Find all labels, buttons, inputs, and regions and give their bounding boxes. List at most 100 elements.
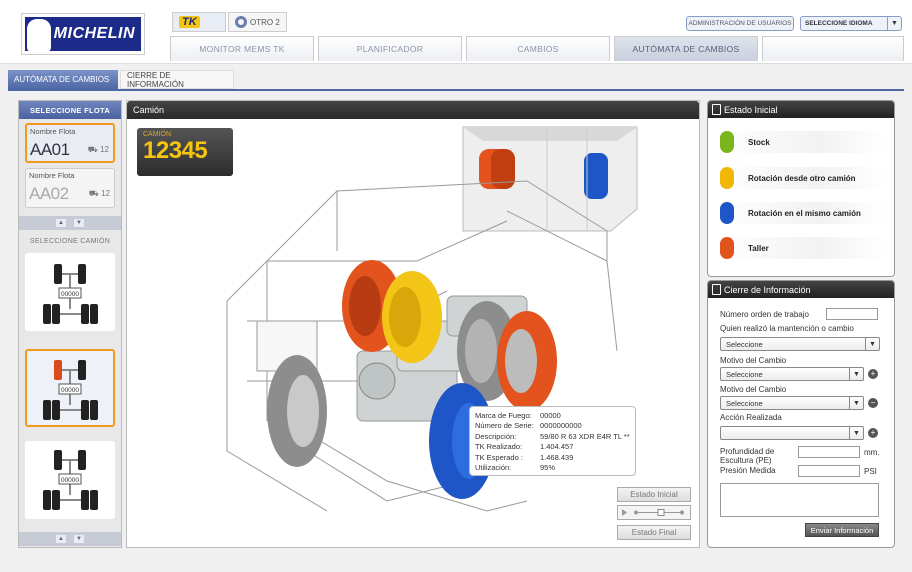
tyre-grey-left xyxy=(267,355,327,467)
truck-icon: ⛟ xyxy=(88,189,99,198)
subtab-cierre[interactable]: CIERRE DE INFORMACIÓN xyxy=(120,70,234,89)
info-key: TK Realizado: xyxy=(475,442,523,452)
send-info-button[interactable]: Enviar Información xyxy=(805,523,879,537)
logo-text: MICHELIN xyxy=(53,25,135,42)
truck-icon: ⛟ xyxy=(87,145,98,154)
tab-otro2-label: OTRO 2 xyxy=(250,17,280,27)
legend-rotacion-mismo: Rotación en el mismo camión xyxy=(716,202,886,224)
add-icon[interactable]: + xyxy=(868,369,878,379)
legend-label: Rotación desde otro camión xyxy=(748,173,856,183)
presion-unit: PSI xyxy=(864,467,877,476)
fleet-name-label: Nombre Flota xyxy=(30,127,76,136)
presion-label: Presión Medida xyxy=(720,466,776,475)
estado-header: Estado Inicial xyxy=(708,101,894,118)
gear-icon xyxy=(235,16,247,28)
truck-id: 00000 xyxy=(61,477,79,484)
orden-input[interactable] xyxy=(826,308,878,320)
subtab-automata[interactable]: AUTÓMATA DE CAMBIOS xyxy=(8,70,118,89)
motivo2-select[interactable]: Seleccione ▼ xyxy=(720,396,864,410)
fleet-code: AA01 xyxy=(30,140,70,159)
info-value: 0000000000 xyxy=(540,421,582,431)
truck-scroll-arrows: ▲ ▼ xyxy=(19,532,121,546)
tab-otro2[interactable]: OTRO 2 xyxy=(228,12,287,32)
language-select[interactable]: SELECCIONE IDIOMA ▼ xyxy=(800,16,902,31)
motivo1-label: Motivo del Cambio xyxy=(720,356,787,365)
fleet-count: 12 xyxy=(101,189,110,198)
presion-input[interactable] xyxy=(798,465,860,477)
fleet-panel-title: SELECCIONE FLOTA xyxy=(19,101,121,119)
chevron-down-icon: ▼ xyxy=(887,17,901,30)
chevron-down-icon: ▼ xyxy=(849,368,863,380)
scroll-down-button[interactable]: ▼ xyxy=(74,535,84,543)
fleet-code: AA02 xyxy=(29,184,69,203)
nav-empty[interactable] xyxy=(762,36,904,61)
info-value: 95% xyxy=(540,463,556,473)
profundidad-unit: mm. xyxy=(864,448,880,457)
cierre-panel: Cierre de Información Número orden de tr… xyxy=(707,280,895,548)
scroll-up-button[interactable]: ▲ xyxy=(56,219,66,227)
add-icon[interactable]: + xyxy=(868,428,878,438)
fleet-name-label: Nombre Flota xyxy=(29,171,75,180)
blue-tyre-icon xyxy=(720,202,734,224)
tyre-orange-right xyxy=(497,311,557,411)
estado-final-button[interactable]: Estado Final xyxy=(617,525,691,540)
scroll-up-button[interactable]: ▲ xyxy=(56,535,66,543)
legend-taller: Taller xyxy=(716,237,886,259)
comments-textarea[interactable] xyxy=(720,483,879,517)
play-icon xyxy=(622,509,684,516)
bibendum-icon xyxy=(27,19,51,53)
info-row: Número de Serie: 0000000000 xyxy=(475,421,630,432)
info-value: 59/80 R 63 XDR E4R TL ** xyxy=(540,431,630,441)
fleet-card-aa02[interactable]: Nombre Flota AA02 ⛟ 12 xyxy=(25,168,115,208)
legend-stock: Stock xyxy=(716,131,886,153)
orange-tyre-icon xyxy=(720,237,734,259)
green-tyre-icon xyxy=(720,131,734,153)
cierre-header: Cierre de Información xyxy=(708,281,894,298)
tab-tk[interactable]: TK xyxy=(172,12,226,32)
motivo2-value: Seleccione xyxy=(726,398,763,408)
truck-card-selected[interactable]: 00000 xyxy=(25,349,115,427)
estado-title: Estado Inicial xyxy=(724,104,778,115)
admin-users-button[interactable]: ADMINISTRACIÓN DE USUARIOS xyxy=(686,16,794,31)
info-key: Descripción: xyxy=(475,431,517,441)
axle-diagram-icon: 00000 xyxy=(43,360,98,420)
truck-3d-view xyxy=(226,126,638,512)
estado-inicial-button[interactable]: Estado Inicial xyxy=(617,487,691,502)
truck-select-title: SELECCIONE CAMIÓN xyxy=(29,237,111,245)
legend-rotacion-otro: Rotación desde otro camión xyxy=(716,167,886,189)
axle-diagram-icon: 00000 xyxy=(43,264,98,324)
accion-label: Acción Realizada xyxy=(720,413,782,422)
info-key: TK Esperado : xyxy=(475,452,523,462)
chevron-down-icon: ▼ xyxy=(849,427,863,439)
info-row: Marca de Fuego: 00000 xyxy=(475,410,630,421)
truck-id: 00000 xyxy=(61,291,79,298)
nav-planificador[interactable]: PLANIFICADOR xyxy=(318,36,462,61)
motivo2-label: Motivo del Cambio xyxy=(720,385,787,394)
truck-card[interactable]: 00000 xyxy=(25,253,115,331)
nav-automata-cambios[interactable]: AUTÓMATA DE CAMBIOS xyxy=(614,36,758,61)
fleet-scroll-arrows: ▲ ▼ xyxy=(19,216,121,230)
nav-monitor-mems[interactable]: MONITOR MEMS TK xyxy=(170,36,314,61)
motivo1-select[interactable]: Seleccione ▼ xyxy=(720,367,864,381)
info-key: Marca de Fuego: xyxy=(475,410,532,420)
language-select-label: SELECCIONE IDIOMA xyxy=(805,20,873,27)
fleet-card-aa01[interactable]: Nombre Flota AA01 ⛟ 12 xyxy=(25,123,115,163)
legend-label: Rotación en el mismo camión xyxy=(748,208,861,218)
quien-value: Seleccione xyxy=(726,339,763,349)
truck-card[interactable]: 00000 xyxy=(25,441,115,519)
chevron-down-icon: ▼ xyxy=(865,338,879,350)
remove-icon[interactable]: − xyxy=(868,398,878,408)
legend-label: Taller xyxy=(748,243,769,253)
playback-slider[interactable] xyxy=(617,505,691,520)
main-nav: MONITOR MEMS TK PLANIFICADOR CAMBIOS AUT… xyxy=(170,36,904,61)
document-icon xyxy=(712,104,721,115)
tyre-info-box: Marca de Fuego: 00000 Número de Serie: 000… xyxy=(469,406,636,476)
fleet-truck-count: ⛟ 12 xyxy=(89,189,110,199)
scroll-down-button[interactable]: ▼ xyxy=(74,219,84,227)
profundidad-input[interactable] xyxy=(798,446,860,458)
accion-select[interactable]: ▼ xyxy=(720,426,864,440)
nav-cambios[interactable]: CAMBIOS xyxy=(466,36,610,61)
info-row: TK Esperado : 1.468.439 xyxy=(475,452,630,463)
quien-select[interactable]: Seleccione ▼ xyxy=(720,337,880,351)
fleet-count: 12 xyxy=(100,145,109,154)
